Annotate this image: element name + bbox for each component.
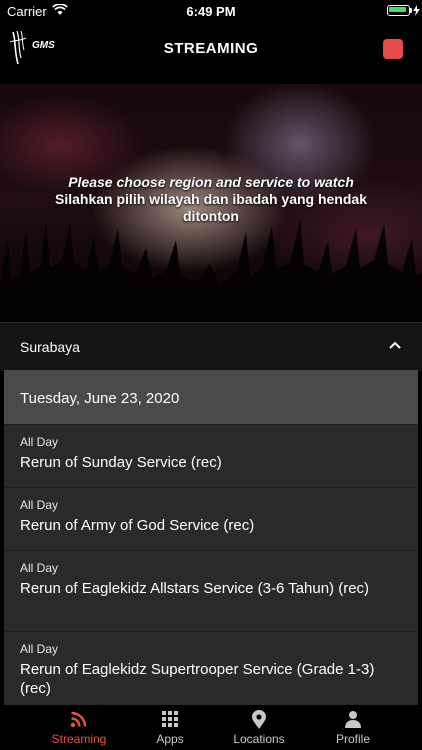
battery-icon [387,5,413,16]
chevron-up-icon [389,341,401,349]
map-pin-icon [252,710,266,729]
region-selector[interactable]: Surabaya [0,322,422,371]
hero-text-indonesian: Silahkan pilih wilayah dan ibadah yang h… [55,191,367,224]
rss-icon [70,711,87,728]
service-item[interactable]: All Day Rerun of Sunday Service (rec) [4,424,418,487]
region-name: Surabaya [20,339,80,355]
service-name: Rerun of Sunday Service (rec) [20,454,222,471]
service-time: All Day [20,642,59,656]
tab-bar: Streaming Apps Locations Profile [0,705,422,750]
tab-label: Locations [233,732,285,746]
hero-text-english: Please choose region and service to watc… [68,174,354,190]
service-time: All Day [20,498,59,512]
tab-label: Profile [335,732,370,746]
service-name: Rerun of Eaglekidz Supertrooper Service … [20,661,375,697]
service-item[interactable]: All Day Rerun of Eaglekidz Supertrooper … [4,631,418,705]
app-header: GMS STREAMING [0,22,422,76]
tab-label: Streaming [51,732,107,746]
service-name: Rerun of Eaglekidz Allstars Service (3-6… [20,580,370,597]
service-item[interactable]: All Day Rerun of Eaglekidz Allstars Serv… [4,550,418,631]
service-time: All Day [20,435,59,449]
tab-label: Apps [156,732,184,746]
charging-icon [413,5,420,16]
person-icon [345,711,361,728]
service-name: Rerun of Army of God Service (rec) [20,517,255,534]
hero-message: Please choose region and service to watc… [30,174,392,225]
tab-streaming[interactable]: Streaming [29,705,129,750]
tab-profile[interactable]: Profile [303,705,403,750]
grid-icon [162,711,178,727]
schedule-date: Tuesday, June 23, 2020 [20,390,180,407]
service-item[interactable]: All Day Rerun of Army of God Service (re… [4,487,418,550]
status-bar: Carrier 6:49 PM [0,0,422,22]
service-list: Tuesday, June 23, 2020 All Day Rerun of … [4,370,418,705]
service-time: All Day [20,561,59,575]
tab-apps[interactable]: Apps [120,705,220,750]
hero-banner: Please choose region and service to watc… [0,84,422,322]
record-button[interactable] [383,39,403,59]
schedule-date-header: Tuesday, June 23, 2020 [4,370,418,424]
page-title: STREAMING [163,40,259,57]
tab-locations[interactable]: Locations [209,705,309,750]
clock: 6:49 PM [186,4,236,19]
